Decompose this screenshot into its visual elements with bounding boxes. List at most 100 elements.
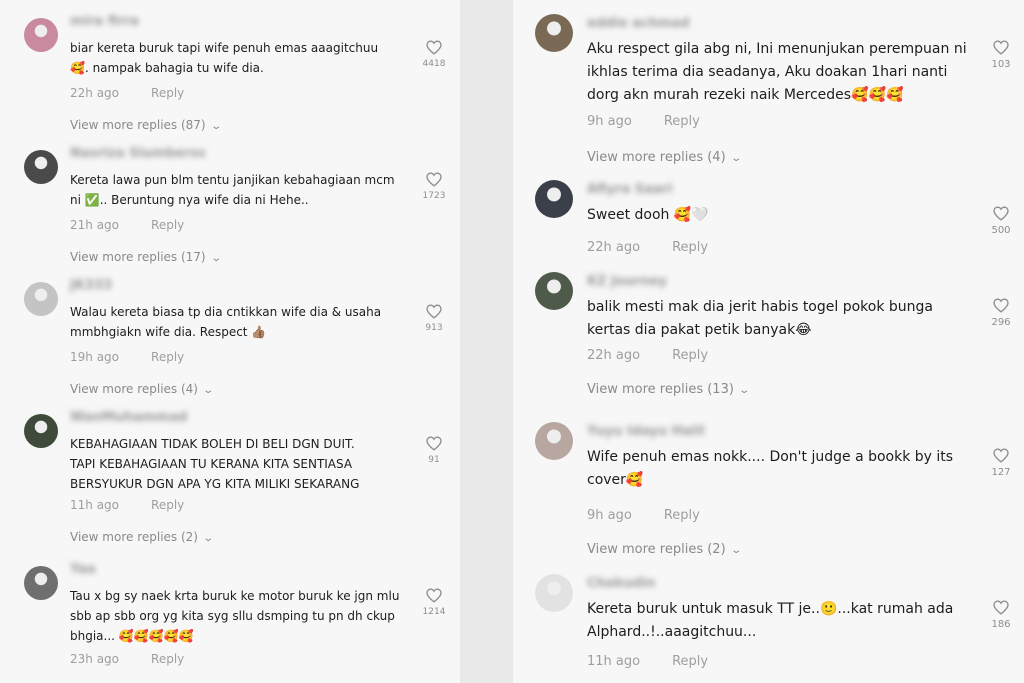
comment-item: Yuyu Idayu Halil Wife penuh emas nokk....…	[513, 418, 1024, 570]
username[interactable]: mira firra	[70, 14, 139, 29]
chevron-down-icon: ⌄	[729, 153, 742, 164]
view-more-replies-button[interactable]: View more replies (2) ⌄	[70, 530, 214, 544]
avatar[interactable]	[535, 180, 573, 218]
reply-button[interactable]: Reply	[672, 654, 708, 669]
comment-text: balik mesti mak dia jerit habis togel po…	[587, 299, 933, 338]
view-more-replies-button[interactable]: View more replies (13) ⌄	[587, 382, 750, 397]
view-more-replies-button[interactable]: View more replies (4) ⌄	[70, 382, 215, 396]
heart-icon	[993, 40, 1009, 55]
avatar[interactable]	[24, 414, 58, 448]
chevron-down-icon: ⌄	[729, 545, 742, 556]
like-count: 4418	[422, 59, 446, 69]
comment-item: mira firra biar kereta buruk tapi wife pe…	[0, 8, 460, 140]
comment-time: 9h ago	[587, 508, 632, 523]
comments-panel-right: eddie achmad Aku respect gila abg ni, Ini…	[513, 0, 1024, 683]
like-button[interactable]: 103	[986, 40, 1016, 70]
comment-meta: 9h ago Reply	[587, 114, 700, 129]
heart-icon	[993, 448, 1009, 463]
like-button[interactable]: 127	[986, 448, 1016, 478]
view-more-replies-button[interactable]: View more replies (4) ⌄	[587, 150, 742, 165]
username[interactable]: Yuyu Idayu Halil	[587, 424, 705, 439]
username[interactable]: JK333	[70, 278, 112, 293]
comment-meta: 22h ago Reply	[587, 240, 708, 255]
view-more-replies-button[interactable]: View more replies (17) ⌄	[70, 250, 222, 264]
avatar[interactable]	[535, 574, 573, 612]
username[interactable]: Afiyra Saari	[587, 182, 673, 197]
username[interactable]: WanMuhammad	[70, 410, 187, 425]
username[interactable]: KZ Journey	[587, 274, 667, 289]
comment-meta: 19h ago Reply	[70, 350, 184, 364]
like-count: 91	[428, 455, 440, 465]
view-more-replies-label: View more replies (87)	[70, 118, 206, 132]
heart-icon	[993, 298, 1009, 313]
comment-meta: 11h ago Reply	[587, 654, 708, 669]
reply-button[interactable]: Reply	[664, 114, 700, 129]
reply-button[interactable]: Reply	[664, 508, 700, 523]
heart-icon	[426, 304, 442, 319]
like-button[interactable]: 91	[419, 436, 449, 465]
username[interactable]: Yaa	[70, 562, 96, 577]
username[interactable]: Chekudin	[587, 576, 656, 591]
view-more-replies-button[interactable]: View more replies (87) ⌄	[70, 118, 222, 132]
view-more-replies-label: View more replies (13)	[587, 382, 734, 397]
like-button[interactable]: 500	[986, 206, 1016, 236]
like-count: 1723	[422, 191, 446, 201]
comment-time: 19h ago	[70, 350, 120, 364]
view-more-replies-button[interactable]: View more replies (2) ⌄	[587, 542, 742, 557]
comment-text: Aku respect gila abg ni, Ini menunjukan …	[587, 41, 967, 103]
comment-time: 11h ago	[587, 654, 641, 669]
reply-button[interactable]: Reply	[151, 350, 184, 364]
like-count: 913	[425, 323, 443, 333]
username[interactable]: eddie achmad	[587, 16, 690, 31]
reply-button[interactable]: Reply	[672, 240, 708, 255]
comment-item: WanMuhammad KEBAHAGIAAN TIDAK BOLEH DI BE…	[0, 404, 460, 556]
avatar[interactable]	[24, 566, 58, 600]
comment-meta: 9h ago Reply	[587, 508, 700, 523]
like-button[interactable]: 1723	[419, 172, 449, 201]
like-button[interactable]: 186	[986, 600, 1016, 630]
chevron-down-icon: ⌄	[209, 121, 222, 132]
comment-text: Sweet dooh 🥰🤍	[587, 207, 709, 223]
comment-item: Chekudin Kereta buruk untuk masuk TT je..…	[513, 570, 1024, 683]
avatar[interactable]	[535, 272, 573, 310]
comment-time: 22h ago	[70, 86, 120, 100]
reply-button[interactable]: Reply	[672, 348, 708, 363]
avatar[interactable]	[24, 150, 58, 184]
view-more-replies-label: View more replies (2)	[70, 530, 198, 544]
comment-text: biar kereta buruk tapi wife penuh emas a…	[70, 41, 379, 75]
reply-button[interactable]: Reply	[151, 498, 184, 512]
reply-button[interactable]: Reply	[151, 86, 184, 100]
avatar[interactable]	[535, 422, 573, 460]
avatar[interactable]	[24, 282, 58, 316]
reply-button[interactable]: Reply	[151, 218, 184, 232]
comment-text: Kereta lawa pun blm tentu janjikan kebah…	[70, 173, 395, 207]
heart-icon	[426, 172, 442, 187]
like-button[interactable]: 1214	[419, 588, 449, 617]
comment-item: Afiyra Saari Sweet dooh 🥰🤍 22h ago Reply 500	[513, 176, 1024, 268]
chevron-down-icon: ⌄	[209, 253, 222, 264]
username[interactable]: Nasriza Slumberss	[70, 146, 206, 161]
view-more-replies-label: View more replies (2)	[587, 542, 726, 557]
comment-item: Yaa Tau x bg sy naek krta buruk ke motor …	[0, 556, 460, 683]
comment-item: Nasriza Slumberss Kereta lawa pun blm ten…	[0, 140, 460, 272]
chevron-down-icon: ⌄	[202, 385, 215, 396]
like-button[interactable]: 913	[419, 304, 449, 333]
chevron-down-icon: ⌄	[738, 385, 750, 396]
like-count: 296	[991, 317, 1011, 328]
comment-time: 21h ago	[70, 218, 120, 232]
heart-icon	[993, 600, 1009, 615]
like-count: 186	[991, 619, 1011, 630]
comment-text: KEBAHAGIAAN TIDAK BOLEH DI BELI DGN DUIT…	[70, 437, 360, 491]
comment-text: Kereta buruk untuk masuk TT je..🙂...kat …	[587, 601, 954, 640]
comment-item: eddie achmad Aku respect gila abg ni, Ini…	[513, 10, 1024, 176]
reply-button[interactable]: Reply	[151, 652, 184, 666]
comment-item: KZ Journey balik mesti mak dia jerit habi…	[513, 268, 1024, 418]
comment-text: Tau x bg sy naek krta buruk ke motor bur…	[70, 589, 400, 643]
like-button[interactable]: 4418	[419, 40, 449, 69]
comment-time: 23h ago	[70, 652, 120, 666]
like-button[interactable]: 296	[986, 298, 1016, 328]
avatar[interactable]	[535, 14, 573, 52]
comment-meta: 22h ago Reply	[70, 86, 184, 100]
comments-panel-left: mira firra biar kereta buruk tapi wife pe…	[0, 0, 460, 683]
avatar[interactable]	[24, 18, 58, 52]
